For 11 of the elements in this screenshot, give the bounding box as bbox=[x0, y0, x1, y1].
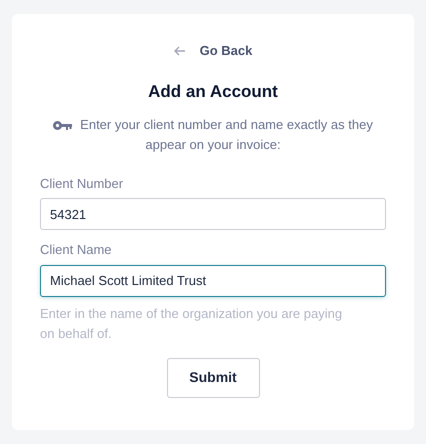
go-back-link[interactable]: Go Back bbox=[174, 42, 252, 60]
field-label: Client Number bbox=[40, 174, 124, 192]
arrow-left-icon bbox=[174, 46, 186, 56]
text-field[interactable]: 54321 bbox=[40, 198, 386, 230]
instructions-text: Enter your client number and name exactly as they appear on your invoice: bbox=[43, 114, 383, 154]
key-icon bbox=[53, 120, 72, 130]
submit-button[interactable]: Submit bbox=[166, 358, 260, 398]
help-text: Enter in the name of the organization you are paying on behalf of. bbox=[40, 304, 344, 342]
field-label: Client Name bbox=[40, 241, 113, 259]
page-title: Add an Account bbox=[147, 81, 279, 103]
text-field[interactable]: Michael Scott Limited Trust bbox=[40, 264, 386, 296]
